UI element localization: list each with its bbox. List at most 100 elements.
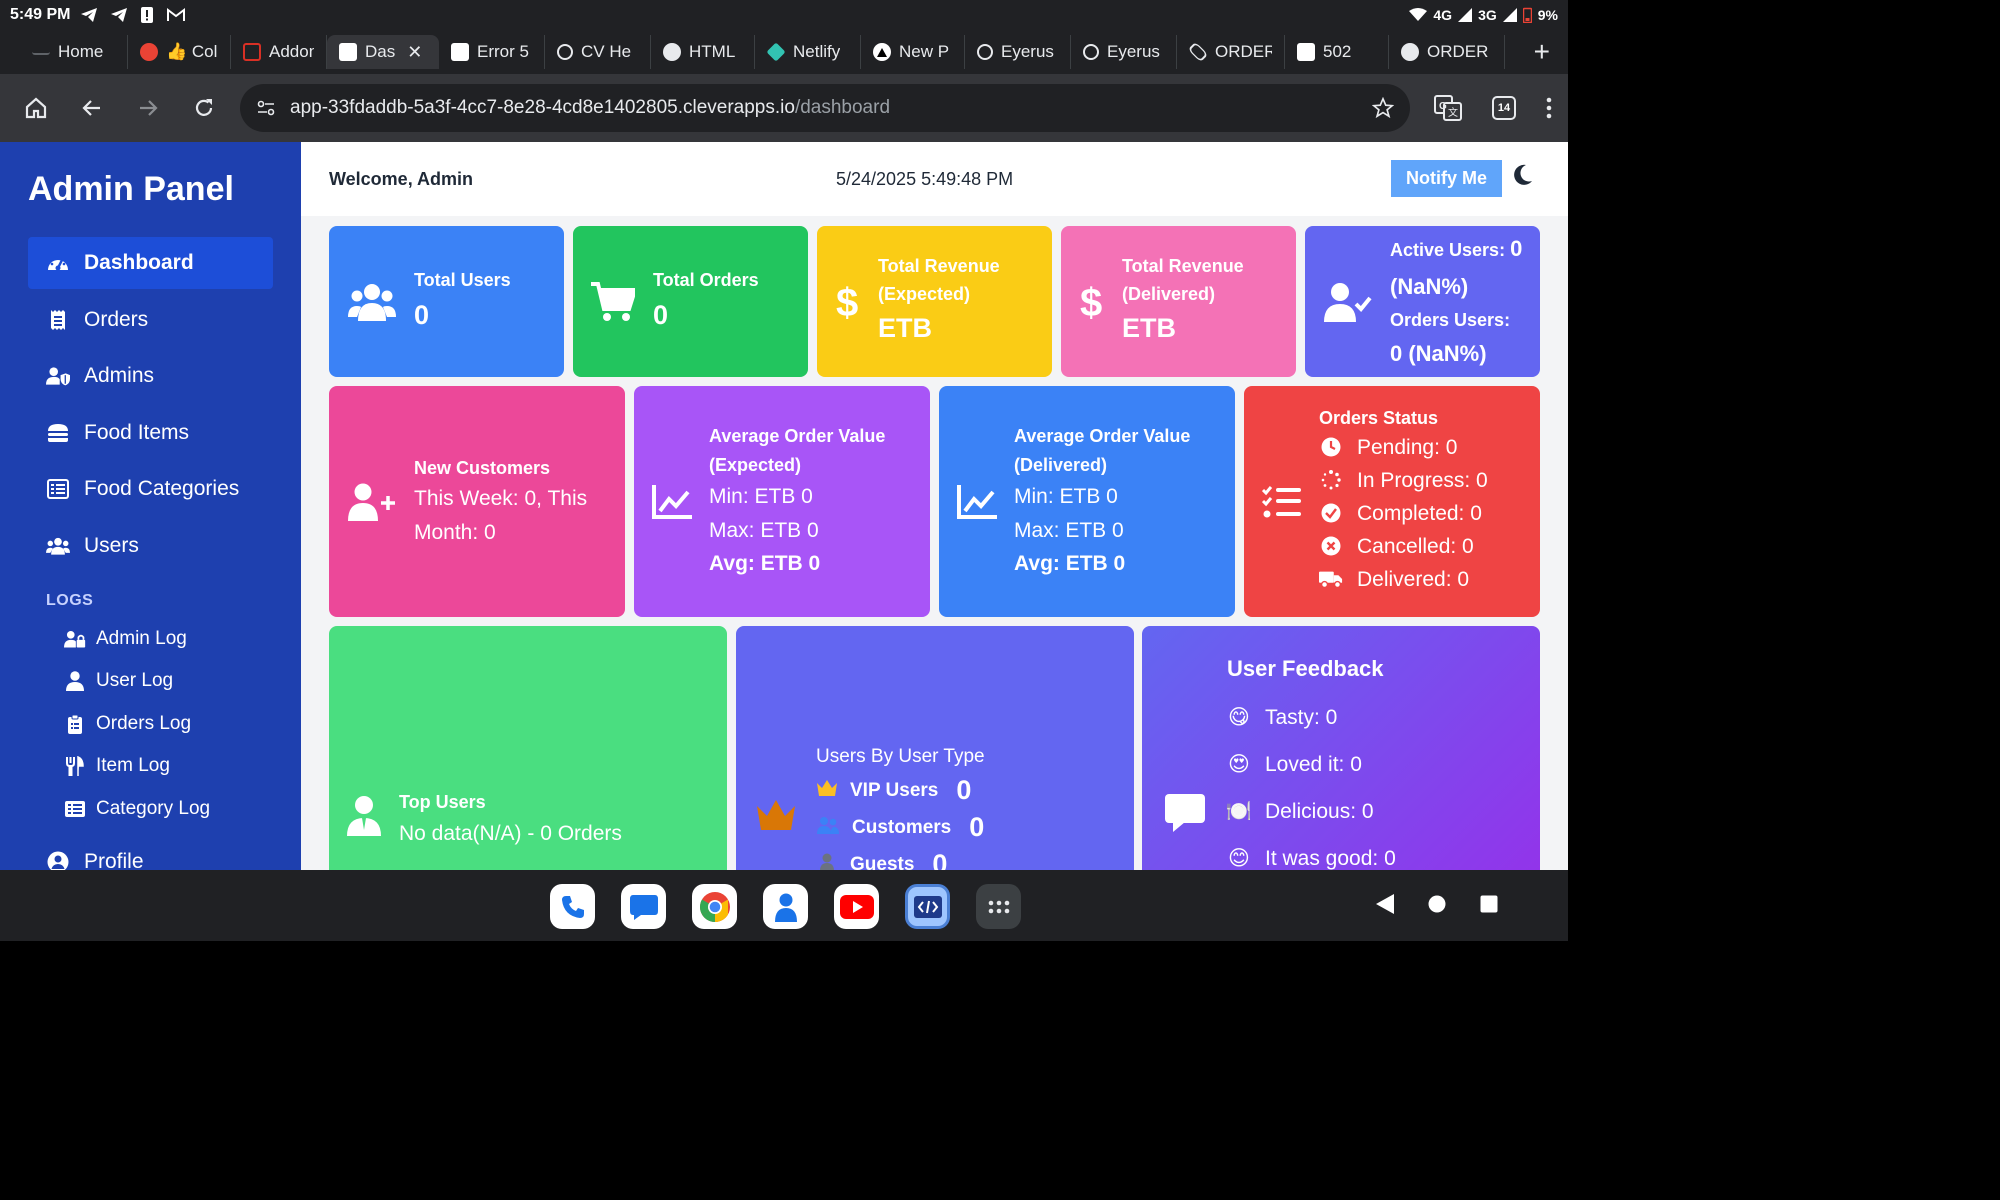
orders-status-card[interactable]: Orders Status Pending: 0 In Progress: 0 … bbox=[1244, 386, 1540, 617]
sidebar-item-label: Profile bbox=[84, 850, 144, 870]
new-customers-card[interactable]: New Customers This Week: 0, This Month: … bbox=[329, 386, 625, 617]
sidebar-item-dashboard[interactable]: Dashboard bbox=[28, 237, 273, 289]
sidebar-item-food-categories[interactable]: Food Categories bbox=[28, 463, 273, 515]
phone-app-icon[interactable] bbox=[550, 884, 595, 929]
cart-icon bbox=[573, 281, 653, 322]
sidebar-item-user-log[interactable]: User Log bbox=[28, 660, 273, 703]
active-users-percent: (NaN%) bbox=[1390, 273, 1469, 299]
tab-label: ORDER bbox=[1215, 42, 1272, 61]
sidebar-item-label: Dashboard bbox=[84, 251, 194, 274]
address-bar[interactable]: app-33fdaddb-5a3f-4cc7-8e28-4cd8e1402805… bbox=[240, 84, 1410, 132]
reload-button[interactable] bbox=[184, 88, 224, 128]
clipboard-icon bbox=[64, 714, 86, 734]
vip-users-row: VIP Users 0 bbox=[816, 772, 985, 809]
list-alt-icon bbox=[64, 800, 86, 818]
user-types-card[interactable]: Users By User Type VIP Users 0 Customers… bbox=[736, 626, 1134, 870]
feedback-tasty: 😋 Tasty: 0 bbox=[1227, 694, 1396, 741]
sidebar-item-food-items[interactable]: Food Items bbox=[28, 407, 273, 459]
tab-label: Eyerus bbox=[1001, 42, 1054, 61]
home-button[interactable] bbox=[16, 88, 56, 128]
back-triangle-icon[interactable] bbox=[1376, 894, 1394, 914]
total-users-card[interactable]: Total Users 0 bbox=[329, 226, 564, 377]
home-circle-icon[interactable] bbox=[1428, 895, 1446, 913]
sidebar-item-category-log[interactable]: Category Log bbox=[28, 788, 273, 831]
url-host: app-33fdaddb-5a3f-4cc7-8e28-4cd8e1402805… bbox=[290, 97, 795, 118]
browser-tab[interactable]: Netlify bbox=[755, 35, 861, 69]
user-type-value: 0 bbox=[932, 849, 948, 870]
sidebar-item-label: Admin Log bbox=[96, 627, 187, 649]
dev-app-icon[interactable] bbox=[905, 884, 950, 929]
url-path: /dashboard bbox=[794, 97, 891, 118]
user-icon bbox=[64, 671, 86, 692]
more-menu-icon[interactable] bbox=[1546, 97, 1552, 119]
browser-tab[interactable]: ORDER bbox=[1389, 35, 1505, 69]
browser-tab[interactable]: Eyerus bbox=[1071, 35, 1177, 69]
web-page: Admin Panel Dashboard Orders Admins Food… bbox=[0, 142, 1568, 870]
browser-tab[interactable]: New P bbox=[861, 35, 965, 69]
browser-tab[interactable]: ORDER bbox=[1177, 35, 1285, 69]
browser-tab[interactable]: Error 5 bbox=[439, 35, 545, 69]
total-orders-card[interactable]: Total Orders 0 bbox=[573, 226, 808, 377]
contacts-app-icon[interactable] bbox=[763, 884, 808, 929]
browser-tab[interactable]: Eyerus bbox=[965, 35, 1071, 69]
tab-label: Eyerus bbox=[1107, 42, 1160, 61]
translate-icon[interactable]: G文 bbox=[1434, 95, 1462, 121]
revenue-delivered-card[interactable]: $ Total Revenue (Delivered) ETB bbox=[1061, 226, 1296, 377]
customers-row: Customers 0 bbox=[816, 809, 985, 846]
close-tab-icon[interactable]: ✕ bbox=[407, 42, 422, 63]
active-users-card[interactable]: Active Users: 0 (NaN%) Orders Users: 0 (… bbox=[1305, 226, 1540, 377]
browser-tab[interactable]: CV He bbox=[545, 35, 651, 69]
sidebar-item-item-log[interactable]: Item Log bbox=[28, 745, 273, 788]
browser-tab[interactable]: Das ✕ bbox=[327, 35, 439, 69]
signal-icon bbox=[1502, 8, 1517, 22]
check-circle-icon bbox=[1319, 503, 1343, 523]
sidebar-item-users[interactable]: Users bbox=[28, 520, 273, 572]
browser-tab[interactable]: 👍 Col bbox=[128, 35, 231, 69]
recents-square-icon[interactable] bbox=[1480, 895, 1498, 913]
sidebar-item-orders[interactable]: Orders bbox=[28, 294, 273, 346]
aov-expected-card[interactable]: Average Order Value (Expected) Min: ETB … bbox=[634, 386, 930, 617]
gmail-icon bbox=[167, 8, 186, 21]
top-users-card[interactable]: Top Users No data(N/A) - 0 Orders bbox=[329, 626, 727, 870]
forward-button[interactable] bbox=[128, 88, 168, 128]
revenue-expected-card[interactable]: $ Total Revenue (Expected) ETB bbox=[817, 226, 1052, 377]
sidebar-item-label: Food Items bbox=[84, 420, 190, 444]
user-circle-icon bbox=[46, 851, 70, 870]
new-tab-button[interactable]: + bbox=[1534, 36, 1550, 68]
browser-tab[interactable]: Addon bbox=[231, 35, 327, 69]
messages-app-icon[interactable] bbox=[621, 884, 666, 929]
tab-switcher-button[interactable]: 14 bbox=[1492, 96, 1516, 120]
notify-me-button[interactable]: Notify Me bbox=[1391, 160, 1502, 197]
comment-icon bbox=[1142, 656, 1227, 832]
orders-users-label: Orders Users: bbox=[1390, 309, 1511, 330]
telegram-icon bbox=[81, 8, 98, 22]
youtube-app-icon[interactable] bbox=[834, 884, 879, 929]
sidebar-item-admin-log[interactable]: Admin Log bbox=[28, 618, 273, 661]
sidebar-item-admins[interactable]: Admins bbox=[28, 350, 273, 402]
user-icon bbox=[816, 853, 838, 870]
chrome-app-icon[interactable] bbox=[692, 884, 737, 929]
browser-tab[interactable]: 502 bbox=[1285, 35, 1389, 69]
browser-tab[interactable]: Home bbox=[20, 35, 128, 69]
aov-delivered-card[interactable]: Average Order Value (Delivered) Min: ETB… bbox=[939, 386, 1235, 617]
svg-text:G: G bbox=[1439, 101, 1447, 112]
card-value: ETB bbox=[878, 313, 932, 344]
network-type: 4G bbox=[1433, 7, 1453, 23]
square-favicon-icon bbox=[243, 43, 261, 61]
user-feedback-card[interactable]: User Feedback 😋 Tasty: 0 😍 Loved it: 0 🍽️ D… bbox=[1142, 626, 1540, 870]
key-favicon-icon bbox=[32, 49, 50, 55]
signal-icon bbox=[1458, 8, 1473, 22]
sidebar-item-orders-log[interactable]: Orders Log bbox=[28, 703, 273, 746]
feedback-delicious: 🍽️ Delicious: 0 bbox=[1226, 788, 1396, 835]
browser-tab[interactable]: HTML bbox=[651, 35, 755, 69]
dark-mode-toggle-icon[interactable] bbox=[1513, 164, 1533, 186]
svg-text:$: $ bbox=[836, 282, 858, 322]
back-button[interactable] bbox=[72, 88, 112, 128]
sidebar-item-profile[interactable]: Profile bbox=[28, 836, 273, 870]
bookmark-star-icon[interactable] bbox=[1372, 97, 1394, 119]
sidebar-item-label: Admins bbox=[84, 364, 155, 387]
site-settings-icon[interactable] bbox=[256, 99, 276, 117]
app-drawer-icon[interactable] bbox=[976, 884, 1021, 929]
url-text[interactable]: app-33fdaddb-5a3f-4cc7-8e28-4cd8e1402805… bbox=[290, 97, 890, 119]
battery-level: 9% bbox=[1537, 7, 1558, 23]
